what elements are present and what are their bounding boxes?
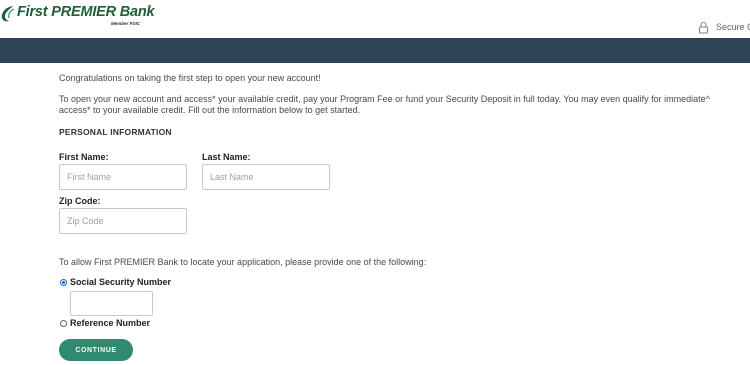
ssn-field[interactable] bbox=[70, 291, 153, 316]
congrats-text: Congratulations on taking the first step… bbox=[59, 73, 321, 83]
zip-code-label: Zip Code: bbox=[59, 196, 101, 206]
continue-button[interactable]: CONTINUE bbox=[59, 339, 133, 361]
last-name-label: Last Name: bbox=[202, 152, 251, 162]
zip-code-field[interactable] bbox=[59, 208, 187, 234]
brand-fdic-note: Member FDIC bbox=[111, 21, 141, 26]
last-name-field[interactable] bbox=[202, 164, 330, 190]
brand-logo[interactable]: First PREMIER Bank Member FDIC bbox=[0, 2, 155, 30]
first-name-field[interactable] bbox=[59, 164, 187, 190]
site-header: First PREMIER Bank Member FDIC Secure C bbox=[0, 0, 750, 38]
brand-name: First PREMIER Bank bbox=[17, 4, 155, 20]
ssn-option-label: Social Security Number bbox=[70, 277, 172, 287]
lock-icon bbox=[698, 21, 709, 34]
section-title-personal: PERSONAL INFORMATION bbox=[59, 127, 172, 137]
locate-prompt: To allow First PREMIER Bank to locate yo… bbox=[59, 257, 427, 267]
first-name-label: First Name: bbox=[59, 152, 109, 162]
instructions-line-2: access* to your available credit. Fill o… bbox=[59, 105, 361, 115]
instructions-line-1: To open your new account and access* you… bbox=[59, 94, 710, 104]
brand-swoosh-icon bbox=[1, 6, 15, 22]
ssn-radio[interactable] bbox=[60, 279, 67, 286]
header-banner bbox=[0, 38, 750, 63]
reference-number-option-label: Reference Number bbox=[70, 318, 151, 328]
reference-number-radio[interactable] bbox=[60, 320, 67, 327]
secure-label: Secure C bbox=[716, 22, 750, 32]
